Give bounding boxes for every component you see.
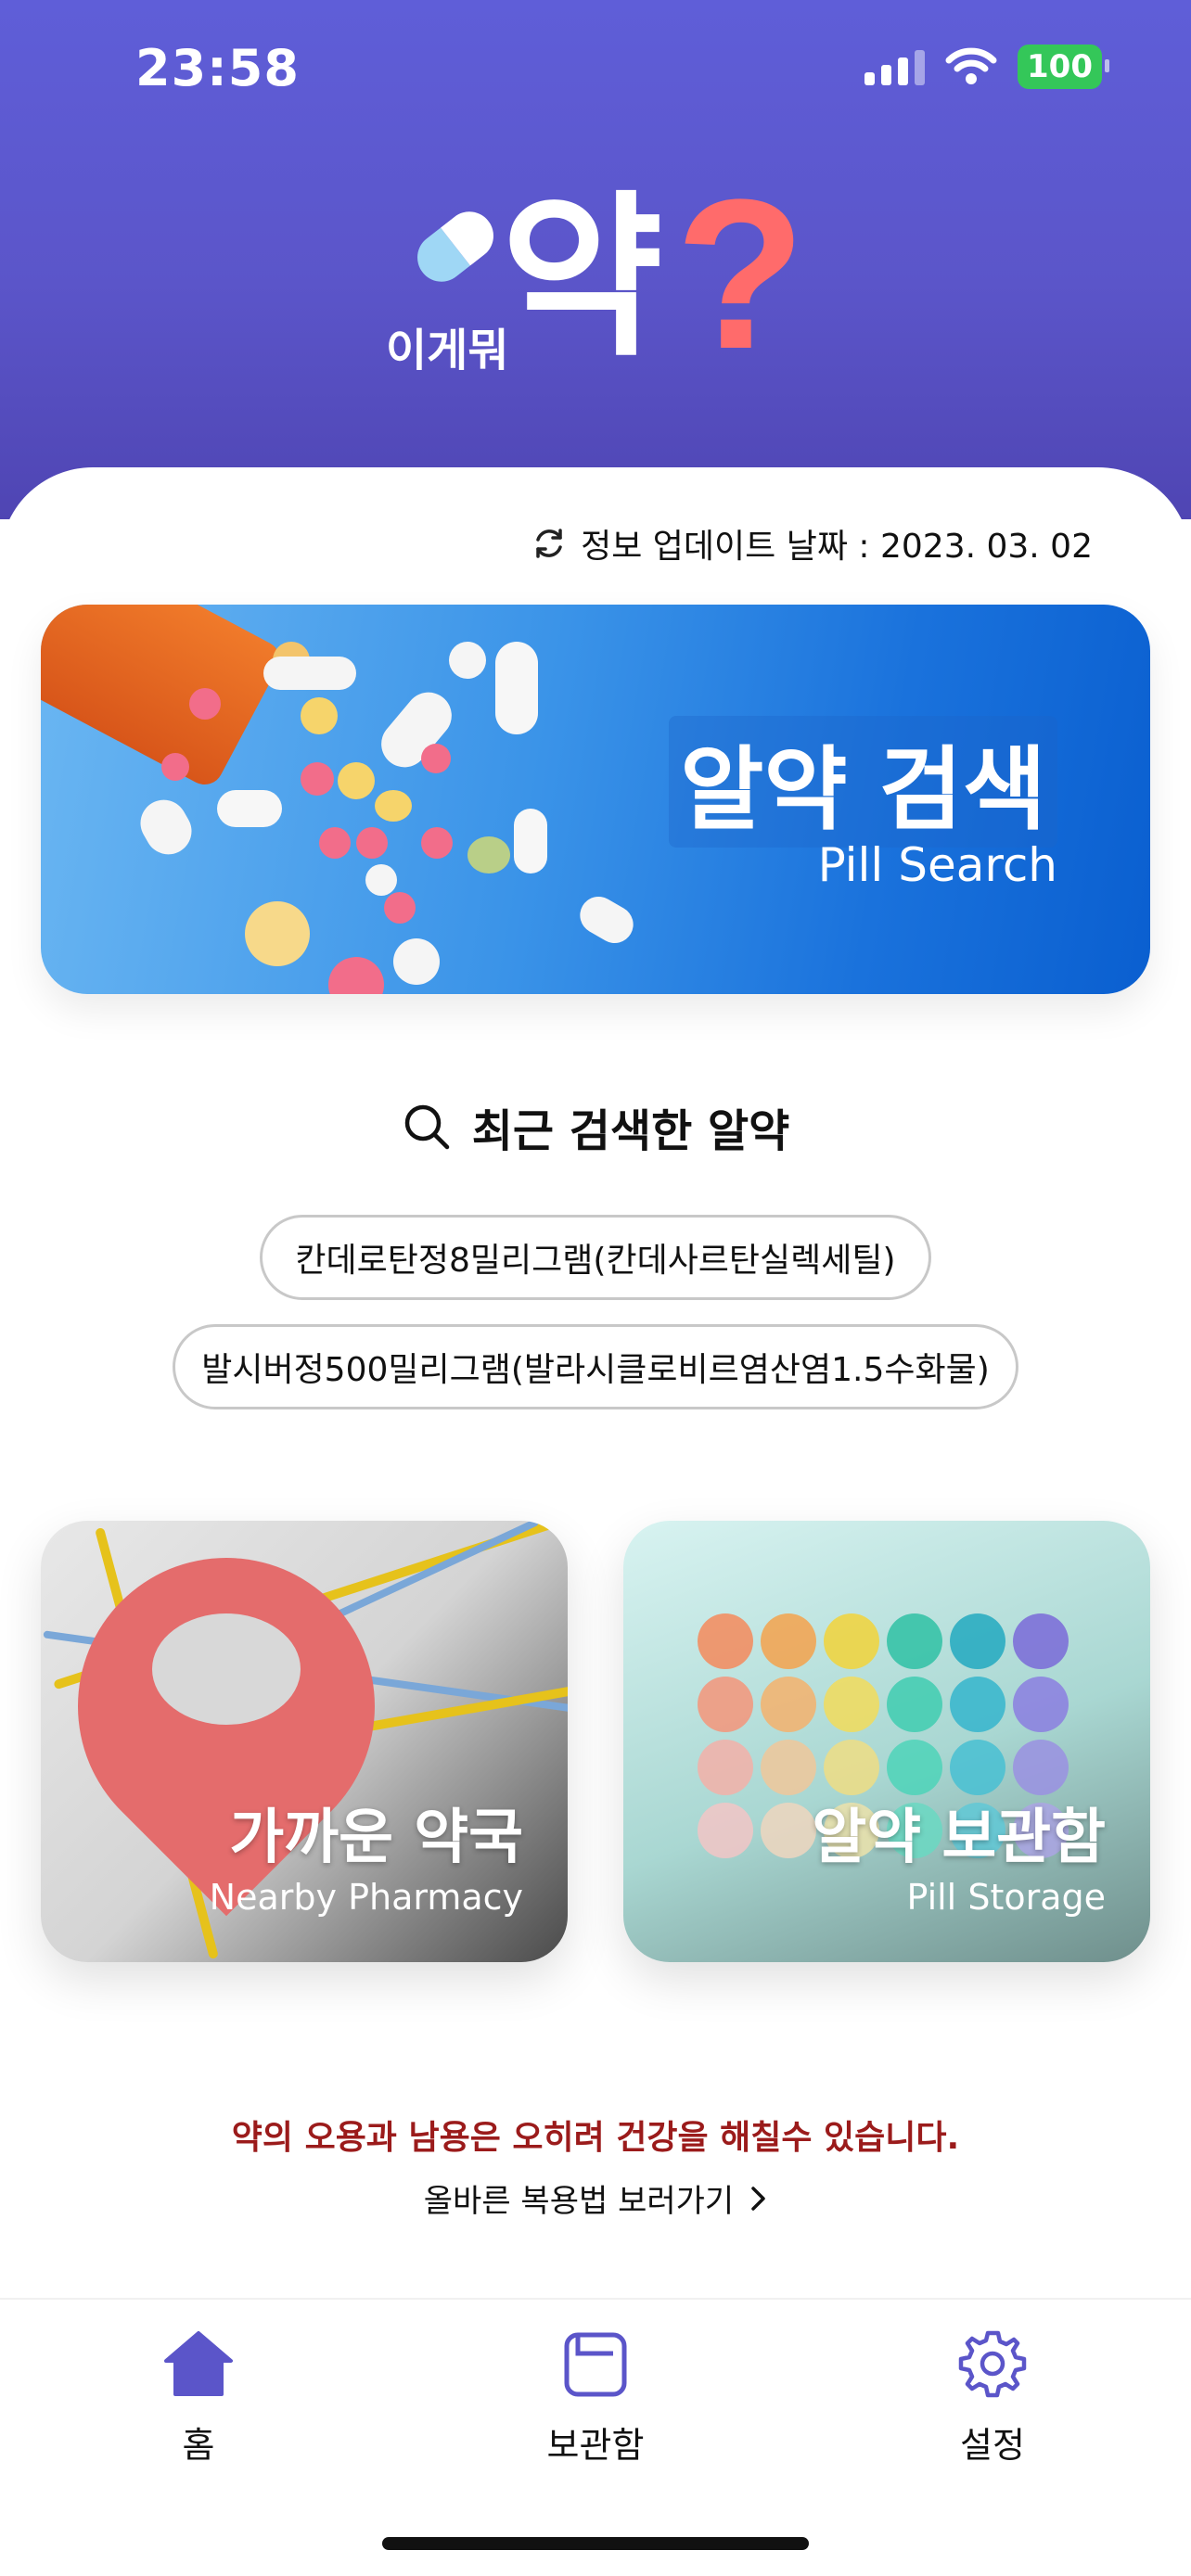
- recent-chip[interactable]: 발시버정500밀리그램(발라시클로비르염산염1.5수화물): [173, 1324, 1018, 1409]
- pharmacy-subtitle: Nearby Pharmacy: [209, 1877, 523, 1918]
- pill-search-title: 알약 검색: [669, 716, 1057, 848]
- tab-home-label: 홈: [182, 2425, 215, 2466]
- tab-settings-label: 설정: [960, 2425, 1025, 2466]
- home-icon: [164, 2331, 233, 2396]
- nearby-pharmacy-card[interactable]: 가까운 약국 Nearby Pharmacy: [41, 1521, 568, 1962]
- home-indicator[interactable]: [382, 2537, 809, 2550]
- wifi-icon: [945, 47, 997, 84]
- pill-search-banner[interactable]: 알약 검색 Pill Search: [41, 605, 1150, 994]
- tab-storage[interactable]: 보관함: [503, 2327, 688, 2468]
- storage-subtitle: Pill Storage: [906, 1877, 1106, 1918]
- status-time: 23:58: [135, 39, 300, 97]
- pharmacy-title: 가까운 약국: [229, 1804, 523, 1872]
- battery-indicator: 100: [1018, 45, 1109, 89]
- capsule-icon: [407, 201, 504, 292]
- status-indicators: 100: [864, 45, 1109, 89]
- update-date-label: 정보 업데이트 날짜 : 2023. 03. 02: [581, 528, 1093, 566]
- refresh-icon: [536, 529, 562, 558]
- storage-title: 알약 보관함: [812, 1804, 1106, 1872]
- pill-storage-card[interactable]: 알약 보관함 Pill Storage: [623, 1521, 1150, 1962]
- tab-bar: 홈 보관함 설정: [0, 2298, 1191, 2576]
- pill-search-subtitle: Pill Search: [817, 838, 1057, 892]
- logo-question-mark: ?: [675, 155, 806, 393]
- tab-settings[interactable]: 설정: [900, 2327, 1085, 2468]
- warning-text: 약의 오용과 남용은 오히려 건강을 해칠수 있습니다.: [231, 2119, 960, 2157]
- dosage-guide-label: 올바른 복용법 보러가기: [423, 2183, 735, 2220]
- chevron-right-icon: [751, 2186, 765, 2211]
- logo-small-text: 이게뭐: [386, 325, 509, 376]
- recent-search-heading: 최근 검색한 알약: [0, 1094, 1191, 1159]
- logo-big-text: 약: [501, 175, 663, 380]
- update-info[interactable]: 정보 업데이트 날짜 : 2023. 03. 02: [531, 519, 1093, 567]
- signal-icon: [864, 48, 926, 85]
- gear-icon: [958, 2330, 1027, 2398]
- tab-storage-label: 보관함: [546, 2425, 645, 2466]
- app-logo: 이게뭐 약 ?: [380, 163, 816, 389]
- pin-hole: [152, 1613, 301, 1725]
- recent-search-title: 최근 검색한 알약: [471, 1105, 790, 1157]
- search-icon: [404, 1104, 449, 1150]
- dosage-guide-link[interactable]: 올바른 복용법 보러가기: [0, 2175, 1191, 2221]
- tab-home[interactable]: 홈: [106, 2327, 291, 2468]
- recent-chip[interactable]: 칸데로탄정8밀리그램(칸데사르탄실렉세틸): [260, 1215, 931, 1300]
- folder-icon: [564, 2332, 627, 2397]
